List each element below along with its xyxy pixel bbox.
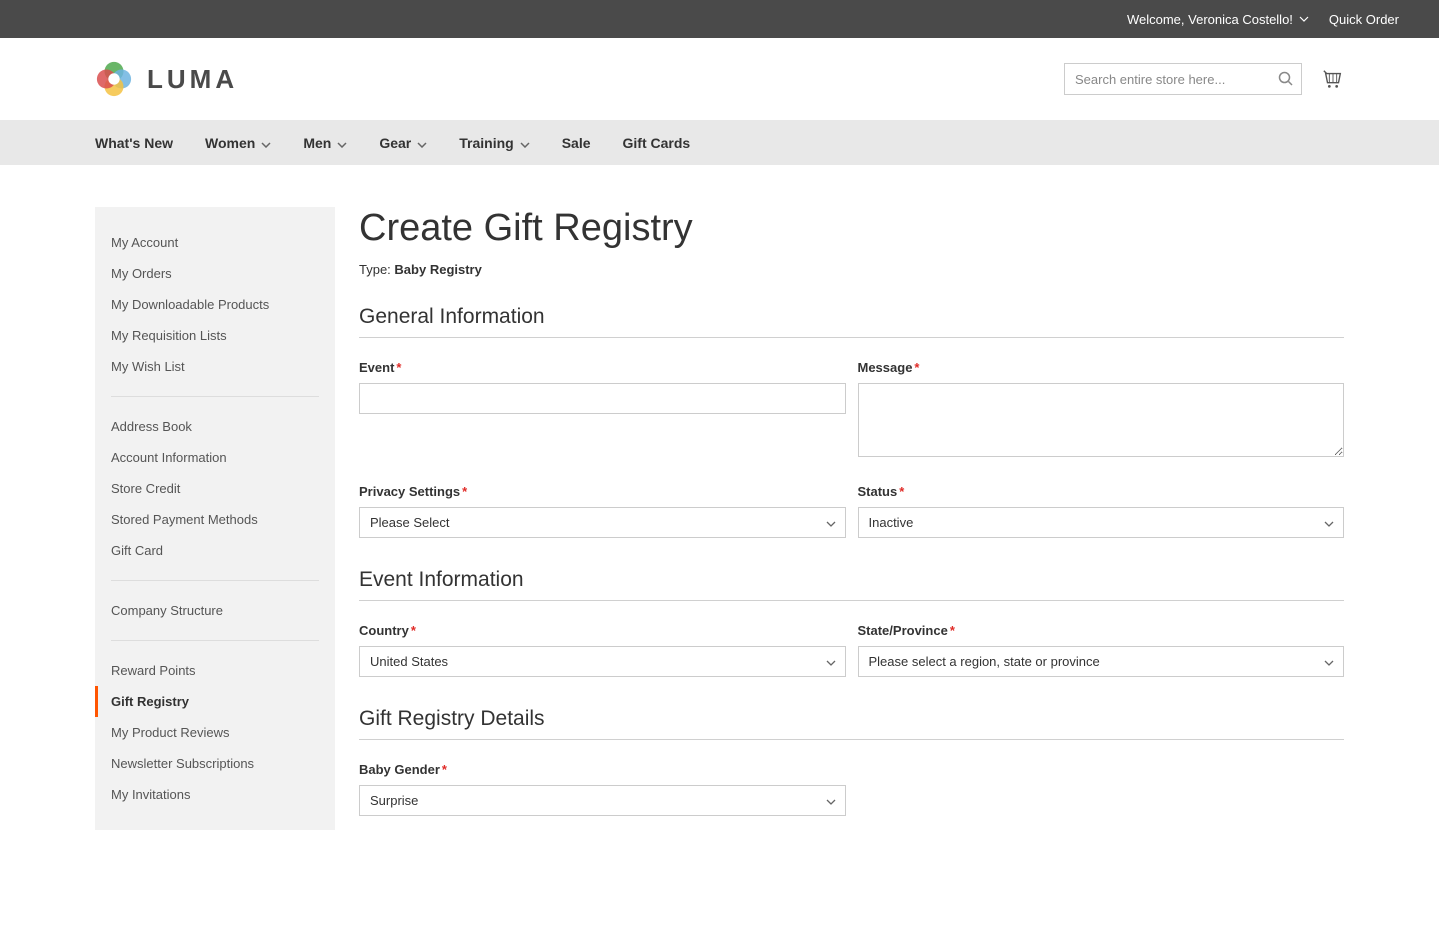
nav-women-label: Women xyxy=(205,135,255,151)
privacy-select[interactable]: Please Select xyxy=(359,507,846,538)
sidebar-my-downloadable[interactable]: My Downloadable Products xyxy=(111,289,319,320)
sidebar-address-book[interactable]: Address Book xyxy=(111,411,319,442)
required-icon: * xyxy=(899,484,904,499)
state-label: State/Province* xyxy=(858,623,1345,638)
search-icon[interactable] xyxy=(1278,71,1294,87)
nav-gift-cards[interactable]: Gift Cards xyxy=(623,135,691,151)
cart-icon[interactable] xyxy=(1322,68,1344,90)
sidebar-my-wishlist[interactable]: My Wish List xyxy=(111,351,319,382)
sidebar-newsletter[interactable]: Newsletter Subscriptions xyxy=(111,748,319,779)
required-icon: * xyxy=(396,360,401,375)
account-sidebar: My Account My Orders My Downloadable Pro… xyxy=(95,207,335,830)
baby-gender-label-text: Baby Gender xyxy=(359,762,440,777)
nav-women[interactable]: Women xyxy=(205,135,271,151)
logo[interactable]: LUMA xyxy=(95,60,238,98)
sidebar-divider xyxy=(111,580,319,581)
message-label-text: Message xyxy=(858,360,913,375)
nav-gear[interactable]: Gear xyxy=(379,135,427,151)
baby-gender-select[interactable]: Surprise xyxy=(359,785,846,816)
nav-sale[interactable]: Sale xyxy=(562,135,591,151)
top-bar: Welcome, Veronica Costello! Quick Order xyxy=(0,0,1439,38)
welcome-dropdown[interactable]: Welcome, Veronica Costello! xyxy=(1127,12,1309,27)
event-label-text: Event xyxy=(359,360,394,375)
chevron-down-icon xyxy=(261,135,271,151)
sidebar-invitations[interactable]: My Invitations xyxy=(111,779,319,810)
sidebar-my-requisition[interactable]: My Requisition Lists xyxy=(111,320,319,351)
nav-gear-label: Gear xyxy=(379,135,411,151)
message-textarea[interactable] xyxy=(858,383,1345,457)
sidebar-gift-registry[interactable]: Gift Registry xyxy=(95,686,319,717)
privacy-label: Privacy Settings* xyxy=(359,484,846,499)
state-select[interactable]: Please select a region, state or provinc… xyxy=(858,646,1345,677)
nav-training-label: Training xyxy=(459,135,513,151)
message-label: Message* xyxy=(858,360,1345,375)
sidebar-product-reviews[interactable]: My Product Reviews xyxy=(111,717,319,748)
nav-whats-new[interactable]: What's New xyxy=(95,135,173,151)
page-title: Create Gift Registry xyxy=(359,207,1344,250)
sidebar-stored-payment[interactable]: Stored Payment Methods xyxy=(111,504,319,535)
quick-order-link[interactable]: Quick Order xyxy=(1329,12,1399,27)
search-input[interactable] xyxy=(1064,63,1302,95)
section-general: General Information xyxy=(359,305,1344,338)
sidebar-divider xyxy=(111,396,319,397)
required-icon: * xyxy=(914,360,919,375)
status-label: Status* xyxy=(858,484,1345,499)
privacy-label-text: Privacy Settings xyxy=(359,484,460,499)
header-right xyxy=(1064,63,1344,95)
main-wrap: My Account My Orders My Downloadable Pro… xyxy=(0,165,1439,868)
required-icon: * xyxy=(950,623,955,638)
baby-gender-label: Baby Gender* xyxy=(359,762,846,777)
nav-training[interactable]: Training xyxy=(459,135,529,151)
content: Create Gift Registry Type: Baby Registry… xyxy=(359,207,1344,838)
chevron-down-icon xyxy=(337,135,347,151)
nav-men[interactable]: Men xyxy=(303,135,347,151)
country-select[interactable]: United States xyxy=(359,646,846,677)
logo-icon xyxy=(95,60,133,98)
header: LUMA xyxy=(0,38,1439,120)
chevron-down-icon xyxy=(520,135,530,151)
type-label: Type: xyxy=(359,262,391,277)
sidebar-my-account[interactable]: My Account xyxy=(111,227,319,258)
search-box xyxy=(1064,63,1302,95)
sidebar-account-info[interactable]: Account Information xyxy=(111,442,319,473)
sidebar-divider xyxy=(111,640,319,641)
type-value: Baby Registry xyxy=(394,262,481,277)
chevron-down-icon xyxy=(1299,16,1309,22)
chevron-down-icon xyxy=(417,135,427,151)
sidebar-my-orders[interactable]: My Orders xyxy=(111,258,319,289)
status-label-text: Status xyxy=(858,484,898,499)
country-label-text: Country xyxy=(359,623,409,638)
section-details: Gift Registry Details xyxy=(359,707,1344,740)
state-label-text: State/Province xyxy=(858,623,948,638)
sidebar-company-structure[interactable]: Company Structure xyxy=(111,595,319,626)
sidebar-store-credit[interactable]: Store Credit xyxy=(111,473,319,504)
nav-men-label: Men xyxy=(303,135,331,151)
required-icon: * xyxy=(411,623,416,638)
country-label: Country* xyxy=(359,623,846,638)
welcome-text: Welcome, Veronica Costello! xyxy=(1127,12,1293,27)
event-label: Event* xyxy=(359,360,846,375)
main-nav: What's New Women Men Gear Training Sale … xyxy=(0,120,1439,165)
event-input[interactable] xyxy=(359,383,846,414)
required-icon: * xyxy=(442,762,447,777)
logo-text: LUMA xyxy=(147,64,238,95)
required-icon: * xyxy=(462,484,467,499)
section-event: Event Information xyxy=(359,568,1344,601)
type-line: Type: Baby Registry xyxy=(359,262,1344,277)
status-select[interactable]: Inactive xyxy=(858,507,1345,538)
sidebar-reward-points[interactable]: Reward Points xyxy=(111,655,319,686)
sidebar-gift-card[interactable]: Gift Card xyxy=(111,535,319,566)
